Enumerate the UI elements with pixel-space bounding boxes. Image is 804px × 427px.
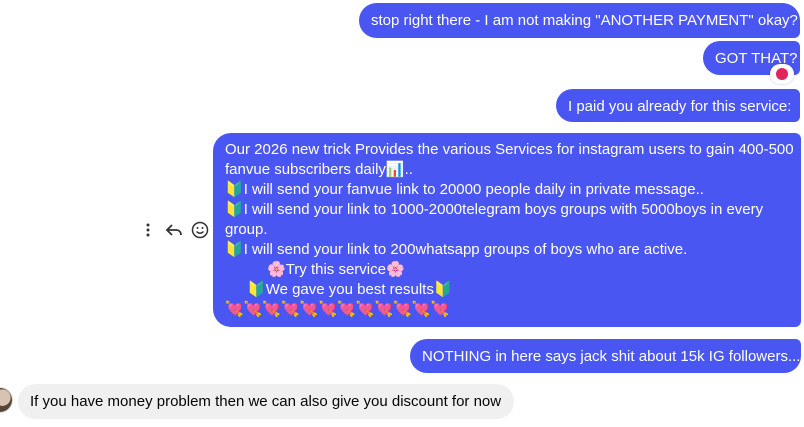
message-text: If you have money problem then we can al… — [30, 393, 502, 410]
beginner-icon: 🔰 — [247, 281, 266, 298]
heart-arrow-icon: 💘 — [281, 301, 300, 318]
avatar[interactable] — [0, 388, 12, 412]
beginner-icon: 🔰 — [225, 201, 244, 218]
message-outgoing-quoted[interactable]: Our 2026 new trick Provides the various … — [213, 133, 801, 327]
chat-thread: stop right there - I am not making "ANOT… — [0, 0, 804, 427]
message-outgoing[interactable]: I paid you already for this service: — [556, 89, 800, 122]
hearts-row: 💘💘💘💘💘💘💘💘💘💘💘💘 — [225, 300, 789, 320]
beginner-icon: 🔰 — [433, 281, 453, 298]
heart-arrow-icon: 💘 — [393, 301, 412, 318]
message-line: 🔰I will send your fanvue link to 20000 p… — [225, 181, 704, 198]
message-line: 🔰I will send your link to 1000-2000teleg… — [225, 201, 764, 218]
message-outgoing[interactable]: stop right there - I am not making "ANOT… — [359, 3, 800, 38]
angry-face-icon — [776, 68, 788, 80]
heart-arrow-icon: 💘 — [411, 301, 431, 318]
reaction-badge[interactable] — [770, 64, 794, 84]
heart-arrow-icon: 💘 — [225, 301, 244, 318]
heart-arrow-icon: 💘 — [430, 301, 450, 318]
heart-arrow-icon: 💘 — [318, 301, 338, 318]
message-incoming[interactable]: If you have money problem then we can al… — [18, 384, 514, 419]
beginner-icon: 🔰 — [225, 181, 244, 198]
message-text: stop right there - I am not making "ANOT… — [371, 12, 798, 29]
more-options-icon[interactable] — [138, 219, 158, 241]
heart-arrow-icon: 💘 — [262, 301, 282, 318]
beginner-icon: 🔰 — [225, 241, 244, 258]
smiley-icon[interactable] — [190, 219, 210, 241]
heart-arrow-icon: 💘 — [374, 301, 394, 318]
message-text: I paid you already for this service: — [568, 98, 792, 115]
message-outgoing[interactable]: NOTHING in here says jack shit about 15k… — [410, 339, 801, 373]
message-line: 🔰We gave you best results🔰 — [247, 281, 453, 298]
heart-arrow-icon: 💘 — [337, 301, 356, 318]
message-actions — [138, 219, 210, 241]
heart-arrow-icon: 💘 — [299, 301, 319, 318]
message-line: 🔰I will send your link to 200whatsapp gr… — [225, 241, 688, 258]
message-line: fanvue subscribers daily📊.. — [225, 161, 413, 178]
heart-arrow-icon: 💘 — [243, 301, 263, 318]
reply-icon[interactable] — [164, 219, 184, 241]
message-line: group. — [225, 221, 268, 238]
heart-arrow-icon: 💘 — [355, 301, 375, 318]
message-text: NOTHING in here says jack shit about 15k… — [422, 348, 801, 365]
message-line: 🌸Try this service🌸 — [267, 261, 405, 278]
bar-chart-icon: 📊 — [385, 161, 405, 178]
flower-icon: 🌸 — [267, 261, 286, 278]
flower-icon: 🌸 — [385, 261, 405, 278]
message-line: Our 2026 new trick Provides the various … — [225, 141, 794, 158]
